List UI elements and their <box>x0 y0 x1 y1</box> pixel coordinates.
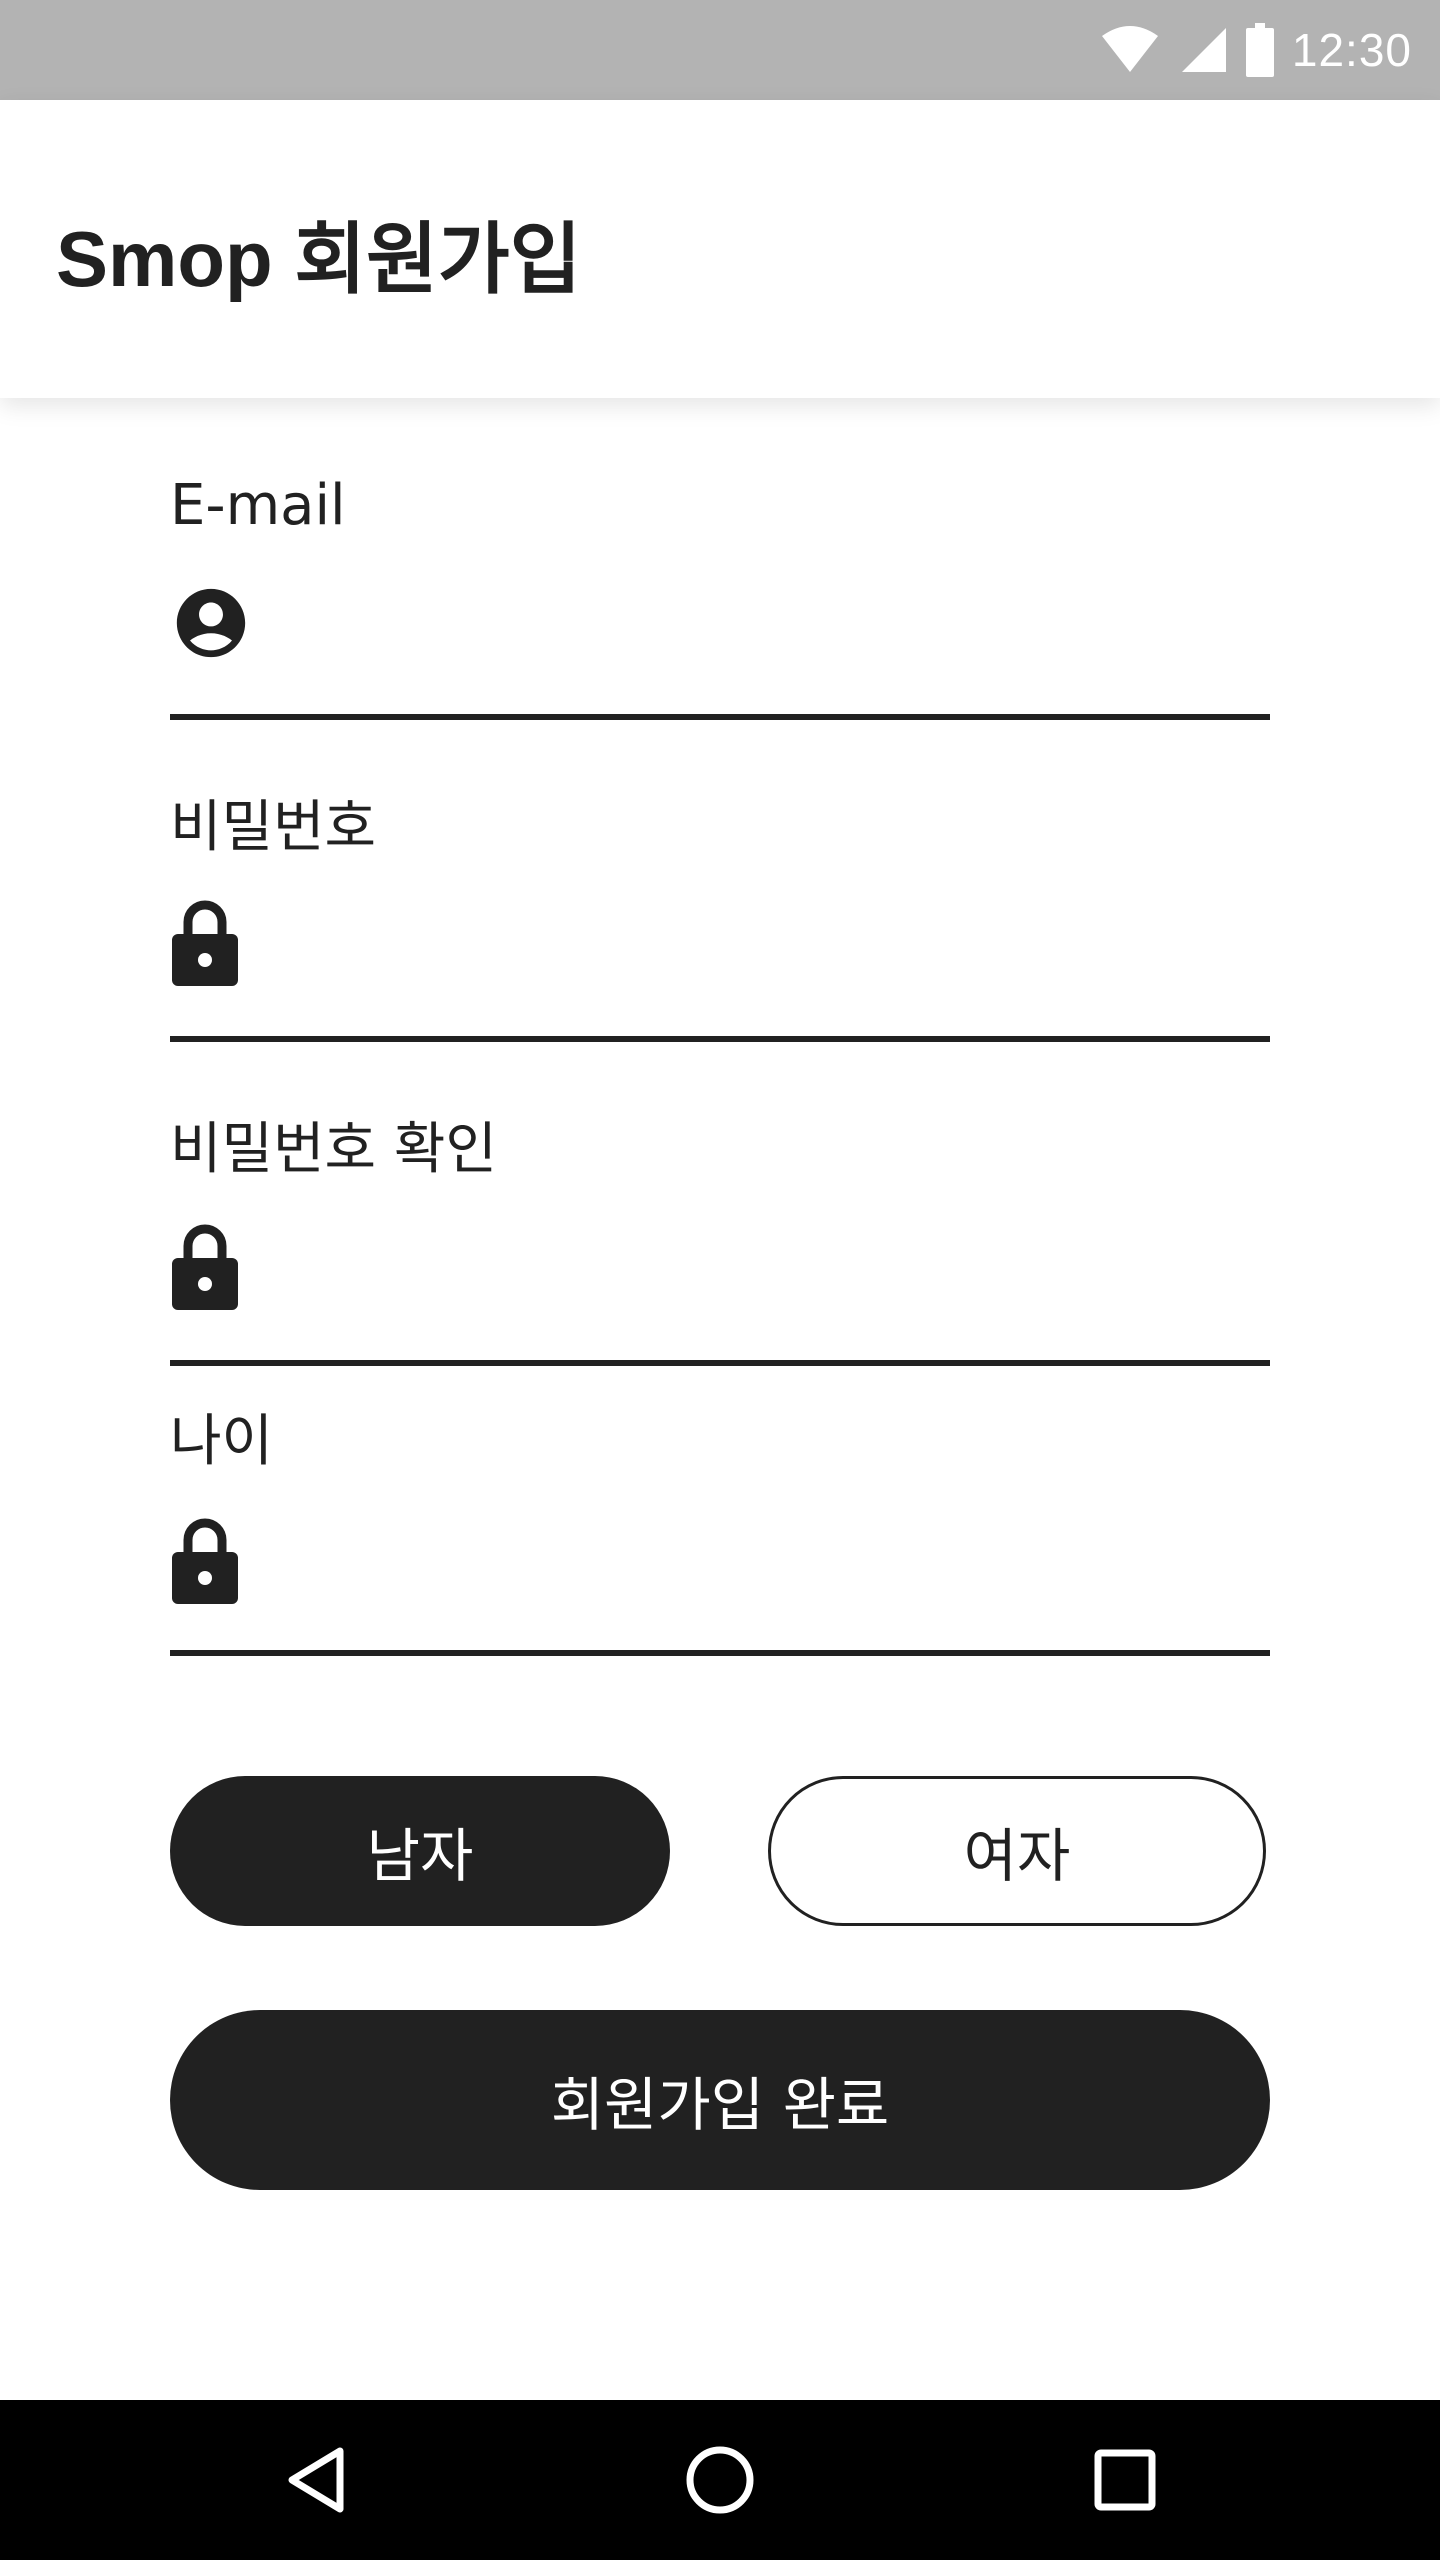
male-button-label: 남자 <box>366 1822 474 1890</box>
status-icons: 12:30 <box>1100 0 1412 100</box>
signup-complete-label: 회원가입 완료 <box>550 2071 890 2139</box>
cell-signal-icon <box>1181 28 1226 72</box>
signup-complete-button[interactable]: 회원가입 완료 <box>170 2010 1270 2190</box>
app-bar: Smop 회원가입 <box>0 100 1440 398</box>
email-label: E-mail <box>170 473 346 538</box>
battery-icon <box>1245 23 1274 77</box>
lock-icon <box>172 900 238 986</box>
status-bar: 12:30 <box>0 0 1440 100</box>
email-input[interactable] <box>270 578 1260 668</box>
password-label: 비밀번호 <box>170 795 377 860</box>
age-underline <box>170 1650 1270 1656</box>
password-input[interactable] <box>270 898 1260 988</box>
recents-button[interactable] <box>1045 2400 1205 2560</box>
password-confirm-label: 비밀번호 확인 <box>170 1117 497 1182</box>
female-button[interactable]: 여자 <box>768 1776 1266 1926</box>
navigation-bar <box>0 2400 1440 2560</box>
password-confirm-field: 비밀번호 확인 <box>170 1122 1270 1368</box>
account-circle-icon <box>176 588 246 658</box>
home-icon <box>686 2446 754 2514</box>
back-icon <box>288 2447 344 2513</box>
male-button[interactable]: 남자 <box>170 1776 670 1926</box>
password-underline <box>170 1036 1270 1042</box>
lock-icon <box>172 1224 238 1310</box>
age-field: 나이 <box>170 1414 1270 1660</box>
age-label: 나이 <box>170 1409 274 1474</box>
password-confirm-input[interactable] <box>270 1222 1260 1312</box>
password-field: 비밀번호 <box>170 800 1270 1046</box>
status-time: 12:30 <box>1291 24 1412 76</box>
page-title: Smop 회원가입 <box>56 215 582 303</box>
wifi-icon <box>1101 26 1158 72</box>
lock-icon <box>172 1518 238 1604</box>
password-confirm-underline <box>170 1360 1270 1366</box>
female-button-label: 여자 <box>963 1822 1071 1890</box>
email-underline <box>170 714 1270 720</box>
age-input[interactable] <box>270 1516 1260 1606</box>
home-button[interactable] <box>640 2400 800 2560</box>
recents-icon <box>1094 2449 1156 2511</box>
email-field: E-mail <box>170 478 1270 724</box>
back-button[interactable] <box>236 2400 396 2560</box>
